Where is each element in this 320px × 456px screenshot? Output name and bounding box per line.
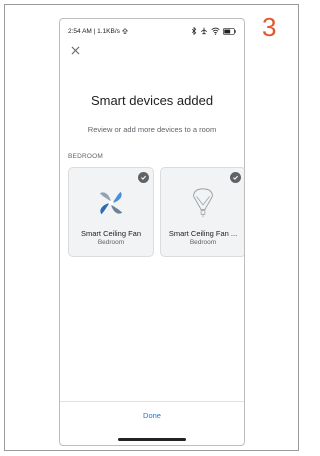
status-text: 2:54 AM | 1.1KB/s xyxy=(68,28,128,35)
upload-icon xyxy=(121,27,128,34)
room-section-label: BEDROOM xyxy=(68,153,103,160)
bluetooth-icon xyxy=(192,27,197,35)
device-card-ceiling-fan-light[interactable]: Smart Ceiling Fan ... Bedroom xyxy=(160,167,244,257)
phone-screen: 2:54 AM | 1.1KB/s Smart devices added Re… xyxy=(59,18,245,446)
fan-icon xyxy=(94,186,128,220)
device-room: Bedroom xyxy=(97,239,125,246)
checkmark-icon xyxy=(138,172,149,183)
done-button[interactable]: Done xyxy=(60,411,244,420)
step-number: 3 xyxy=(262,12,277,42)
page-title: Smart devices added xyxy=(90,93,214,108)
status-bar: 2:54 AM | 1.1KB/s xyxy=(68,25,236,37)
wifi-icon xyxy=(211,27,220,35)
close-icon xyxy=(71,46,79,54)
bulb-icon xyxy=(186,186,220,220)
device-room: Bedroom xyxy=(189,239,217,246)
device-name: Smart Ceiling Fan ... xyxy=(168,229,238,238)
page-subtitle: Review or add more devices to a room xyxy=(87,125,217,134)
home-indicator[interactable] xyxy=(118,438,186,441)
close-button[interactable] xyxy=(68,43,82,57)
airplane-icon xyxy=(200,27,208,35)
checkmark-icon xyxy=(230,172,241,183)
battery-icon xyxy=(223,27,236,35)
device-name: Smart Ceiling Fan xyxy=(80,229,142,238)
footer-divider xyxy=(60,401,244,402)
device-card-ceiling-fan[interactable]: Smart Ceiling Fan Bedroom xyxy=(68,167,154,257)
